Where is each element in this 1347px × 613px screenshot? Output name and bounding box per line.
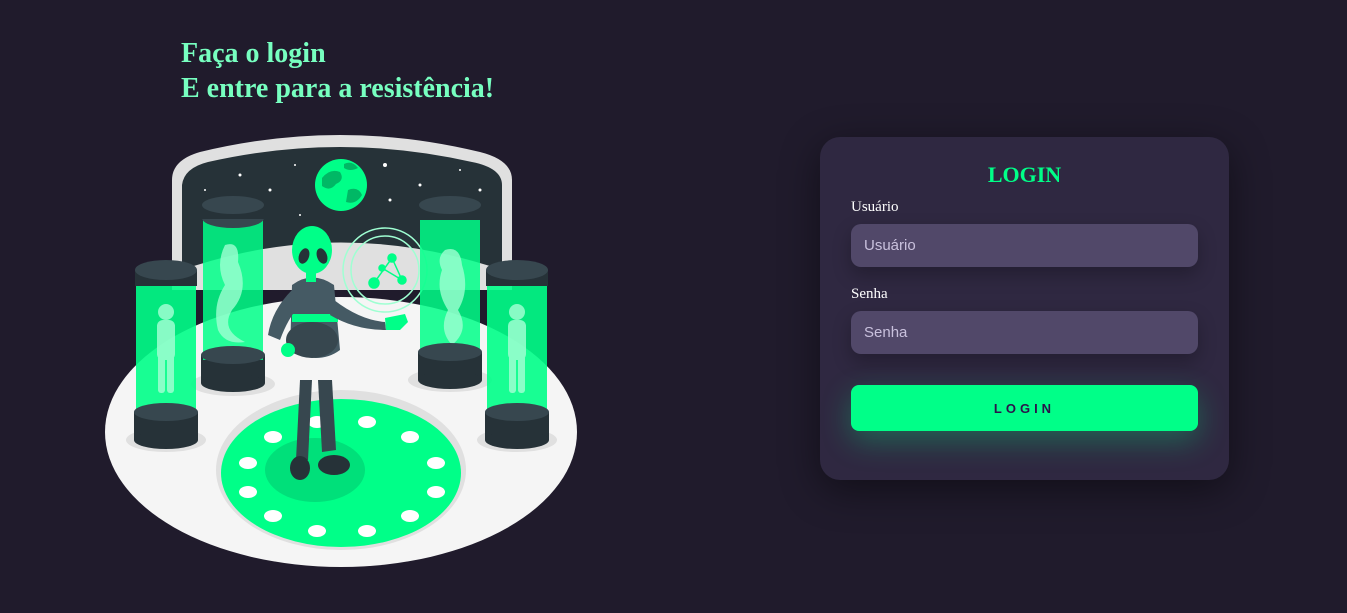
specimen-tube-front-right — [477, 260, 557, 452]
specimen-tube-front-left — [126, 260, 206, 452]
login-card: LOGIN Usuário Senha LOGIN — [820, 137, 1229, 480]
alien-lab-illustration — [105, 135, 577, 567]
password-label: Senha — [851, 286, 888, 302]
username-input[interactable] — [851, 224, 1198, 267]
login-title: LOGIN — [987, 162, 1062, 187]
specimen-tube-back-left — [191, 196, 275, 396]
password-input[interactable] — [851, 311, 1198, 354]
headline-line-2: E entre para a resistência! — [181, 73, 495, 104]
page-headline: Faça o login E entre para a resistência! — [181, 36, 494, 106]
login-button[interactable]: LOGIN — [851, 385, 1198, 431]
planet-icon — [315, 159, 367, 211]
username-label: Usuário — [851, 199, 899, 215]
headline-line-1: Faça o login — [181, 38, 326, 69]
specimen-tube-back-right — [408, 196, 492, 392]
